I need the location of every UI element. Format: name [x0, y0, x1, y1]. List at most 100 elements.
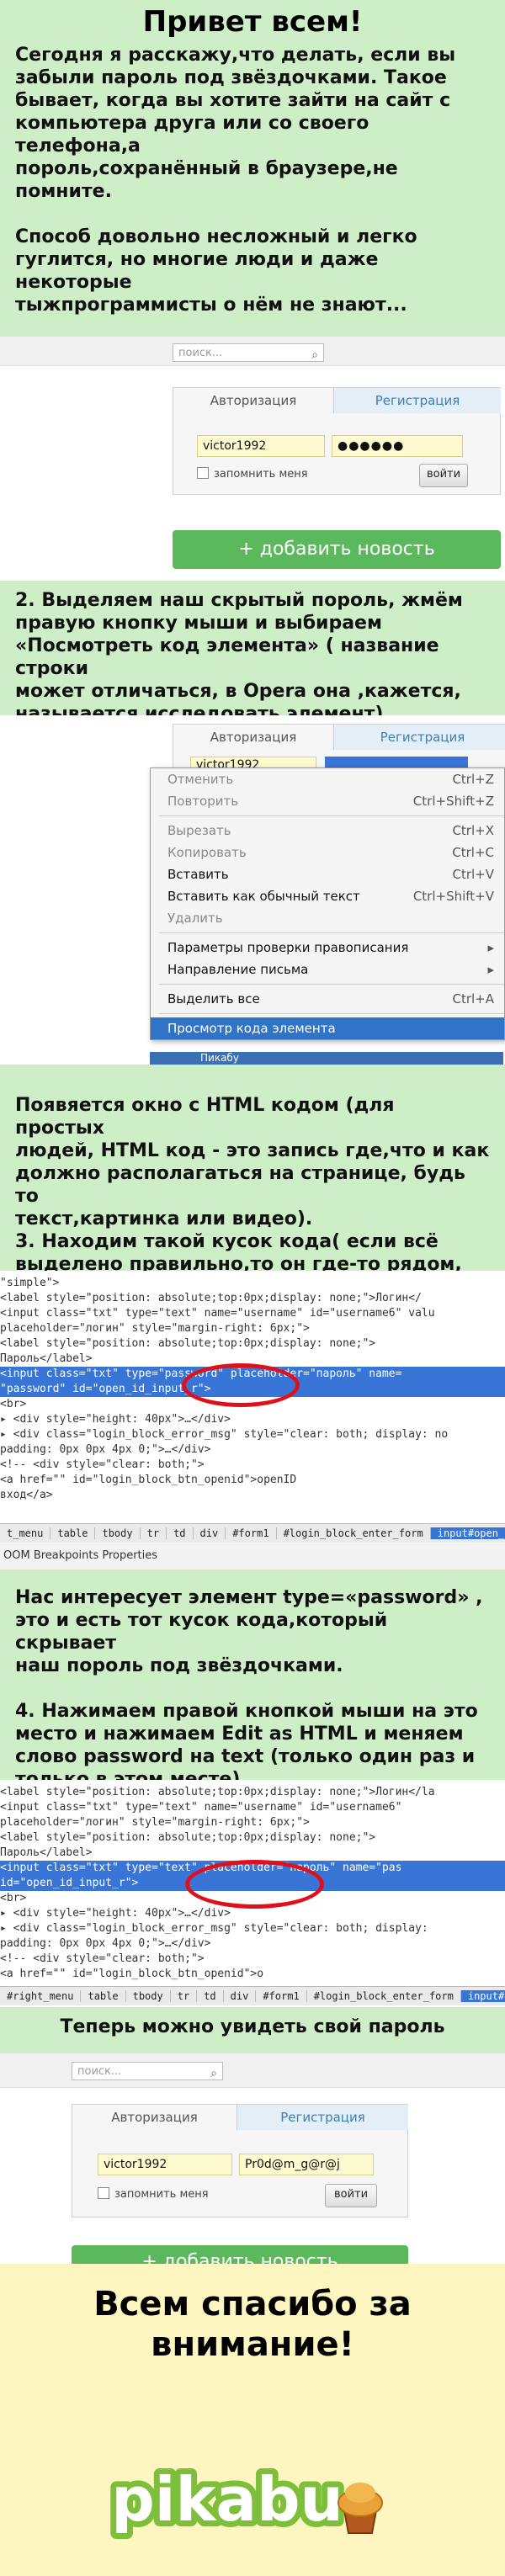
breadcrumb-item[interactable]: #login_block_enter_form	[306, 1990, 461, 2002]
code-line[interactable]: <a href="" id="login_block_btn_openid">o…	[0, 1473, 505, 1488]
menu-item[interactable]: Просмотр кода элемента	[151, 1017, 504, 1039]
search-input[interactable]: поиск... ⌕	[173, 343, 324, 362]
username-input[interactable]: victor1992	[197, 435, 325, 457]
breadcrumb-item[interactable]: tr	[140, 1527, 167, 1539]
menu-item-shortcut: Ctrl+X	[452, 823, 494, 838]
remember-checkbox[interactable]: запомнить меня	[197, 467, 308, 481]
code-line[interactable]: <a href="" id="login_block_btn_openid">o	[0, 1967, 505, 1982]
menu-item[interactable]: Вырезать Ctrl+X	[151, 820, 504, 842]
code-line[interactable]: ▸ <div class="login_block_error_msg" sty…	[0, 1427, 505, 1442]
breadcrumb-item[interactable]: div	[193, 1527, 226, 1539]
code-line[interactable]: "simple">	[0, 1276, 505, 1291]
login-button[interactable]: войти	[419, 464, 468, 487]
step4-line	[15, 1677, 490, 1700]
menu-item[interactable]: Копировать Ctrl+C	[151, 842, 504, 863]
code-line[interactable]: <input class="txt" type="text" name="use…	[0, 1306, 505, 1321]
code-line[interactable]: <label style="position: absolute;top:0px…	[0, 1291, 505, 1306]
intro-line: бывает, когда вы хотите зайти на сайт с	[15, 90, 451, 111]
search-input-2[interactable]: поиск... ⌕	[72, 2062, 223, 2080]
code-line[interactable]: padding: 0px 0px 4px 0;">…</div>	[0, 1936, 505, 1952]
tab-login-2[interactable]: Авторизация	[173, 725, 333, 750]
step4-line: 4. Нажимаем правой кнопкой мыши на это	[15, 1701, 478, 1722]
devtools-bottom-tabs: OOM Breakpoints Properties	[0, 1543, 505, 1570]
intro-line: компьютера друга или со своего телефона,…	[15, 113, 369, 157]
intro-text: Сегодня я расскажу,что делать, если вы за…	[0, 39, 505, 337]
step2-line: называется исследовать элемент).	[15, 704, 391, 715]
tab-login-3[interactable]: Авторизация	[72, 2105, 237, 2130]
step3-line: текст,картинка или видео).	[15, 1208, 313, 1230]
breadcrumb-item[interactable]: div	[223, 1990, 257, 2002]
step4-line: только в этом месте)	[15, 1769, 241, 1780]
code-line[interactable]: placeholder="логин" style="margin-right:…	[0, 1321, 505, 1336]
tab-register-3[interactable]: Регистрация	[237, 2105, 408, 2130]
login-box-3: Авторизация Регистрация victor1992 Pr0d@…	[72, 2104, 408, 2217]
step4-line: наш пороль под звёздочками.	[15, 1655, 343, 1676]
add-news-button-2[interactable]: + добавить новость	[72, 2245, 408, 2264]
tab-login[interactable]: Авторизация	[173, 388, 333, 413]
password-input-revealed[interactable]: Pr0d@m_g@r@j	[239, 2154, 374, 2175]
menu-separator	[159, 815, 504, 816]
code-line[interactable]: padding: 0px 0px 4px 0;">…</div>	[0, 1442, 505, 1458]
breadcrumb-item[interactable]: tbody	[95, 1527, 141, 1539]
tab-register-2[interactable]: Регистрация	[333, 725, 505, 750]
breadcrumb-item[interactable]: td	[197, 1990, 224, 2002]
tab-register[interactable]: Регистрация	[333, 388, 501, 413]
breadcrumb-item[interactable]: t_menu	[0, 1527, 51, 1539]
code-line[interactable]: <!-- <div style="clear: both;">	[0, 1952, 505, 1967]
breadcrumb-item[interactable]: tr	[170, 1990, 198, 2002]
breadcrumb-item[interactable]: #right_menu	[0, 1990, 82, 2002]
intro-line: тыжпрограммисты о нём не знают...	[15, 295, 407, 316]
menu-item[interactable]: Повторить Ctrl+Shift+Z	[151, 790, 504, 812]
code-line[interactable]: Пароль</label>	[0, 1846, 505, 1861]
step4-section: Нас интересует элемент type=«password» ,…	[0, 1570, 505, 1780]
code-line[interactable]: placeholder="логин" style="margin-right:…	[0, 1815, 505, 1830]
step3-section: Появяется окно с HTML кодом (для простых…	[0, 1065, 505, 1271]
username-input-3[interactable]: victor1992	[98, 2154, 232, 2175]
breadcrumb-item[interactable]: #form1	[226, 1527, 277, 1539]
code-line[interactable]: <label style="position: absolute;top:0px…	[0, 1336, 505, 1352]
add-news-button[interactable]: + добавить новость	[173, 530, 501, 569]
screenshot-context-menu: Авторизация Регистрация victor1992 Отмен…	[0, 715, 505, 1065]
step2-line: «Посмотреть код элемента» ( название стр…	[15, 635, 439, 679]
remember-label: запомнить меня	[214, 468, 308, 481]
breadcrumb-item[interactable]: td	[167, 1527, 194, 1539]
menu-item[interactable]: Отменить Ctrl+Z	[151, 768, 504, 790]
breadcrumb-bar-2: #right_menu table tbody tr td div #form1 #login…	[0, 1986, 505, 2005]
password-input[interactable]: ●●●●●●	[332, 435, 463, 457]
intro-line: Способ довольно несложный и легко	[15, 226, 417, 247]
code-line[interactable]: <label style="position: absolute;top:0px…	[0, 1830, 505, 1846]
breadcrumb-item[interactable]: input#open_	[460, 1990, 505, 2002]
menu-item-shortcut: Ctrl+Shift+Z	[412, 794, 494, 809]
menu-separator	[159, 1013, 504, 1014]
step5-section: Теперь можно увидеть свой пароль	[0, 2007, 505, 2053]
code-line[interactable]: вход</a>	[0, 1488, 505, 1503]
menu-item[interactable]: Выделить все Ctrl+A	[151, 988, 504, 1010]
menu-item-shortcut: ▸	[487, 962, 494, 977]
code-line[interactable]: ▸ <div class="login_block_error_msg" sty…	[0, 1921, 505, 1936]
thanks-line-1: Всем спасибо за	[93, 2285, 412, 2324]
step3-line: выделено правильно,то он где-то рядом, е…	[15, 1254, 462, 1271]
code-line[interactable]: <label style="position: absolute;top:0px…	[0, 1785, 505, 1800]
remember-checkbox-2[interactable]: запомнить меня	[98, 2187, 209, 2201]
code-line[interactable]: <!-- <div style="clear: both;">	[0, 1458, 505, 1473]
breadcrumb-item[interactable]: table	[81, 1990, 126, 2002]
code-line[interactable]: <input class="txt" type="text" name="use…	[0, 1800, 505, 1815]
step4-line: место и нажимаем Edit as HTML и меняем	[15, 1724, 464, 1745]
menu-item[interactable]: Параметры проверки правописания ▸	[151, 937, 504, 959]
breadcrumb-item[interactable]: tbody	[125, 1990, 171, 2002]
breadcrumb-item[interactable]: #login_block_enter_form	[276, 1527, 431, 1539]
code-line[interactable]: ▸ <div style="height: 40px">…</div>	[0, 1412, 505, 1427]
breadcrumb-item[interactable]: #form1	[256, 1990, 307, 2002]
search-icon-2: ⌕	[210, 2067, 217, 2080]
menu-item[interactable]: Удалить	[151, 907, 504, 929]
menu-item[interactable]: Вставить как обычный текст Ctrl+Shift+V	[151, 885, 504, 907]
pikabu-logo: pikabu	[101, 2449, 404, 2550]
login-button-2[interactable]: войти	[325, 2184, 377, 2207]
breadcrumb-item[interactable]: input#open_id_input	[430, 1527, 505, 1539]
menu-item[interactable]: Вставить Ctrl+V	[151, 863, 504, 885]
breadcrumb-item[interactable]: table	[50, 1527, 96, 1539]
login-box: Авторизация Регистрация victor1992 ●●●●●…	[173, 387, 501, 495]
menu-item-label: Копировать	[167, 845, 247, 860]
menu-item[interactable]: Направление письма ▸	[151, 959, 504, 980]
screenshot-login-revealed: поиск... ⌕ Авторизация Регистрация victo…	[0, 2053, 505, 2264]
